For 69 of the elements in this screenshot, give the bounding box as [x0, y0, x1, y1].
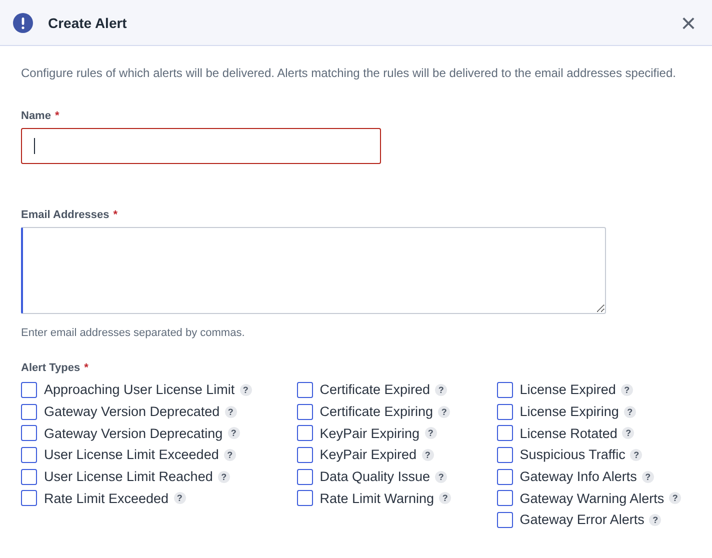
checkbox-label: License Rotated — [520, 426, 618, 441]
checkbox[interactable] — [496, 490, 513, 506]
checkbox[interactable] — [496, 512, 513, 528]
help-badge[interactable]: ? — [439, 492, 452, 504]
checkbox[interactable] — [21, 425, 37, 442]
checkbox[interactable] — [296, 468, 313, 485]
checkbox[interactable] — [496, 404, 513, 420]
help-badge[interactable]: ? — [622, 427, 634, 440]
checkbox-label: Suspicious Traffic — [520, 447, 626, 462]
checkbox-label: KeyPair Expired — [320, 447, 417, 462]
help-badge[interactable]: ? — [218, 470, 230, 483]
field-label: Name — [21, 110, 51, 122]
checkbox-label: Gateway Warning Alerts — [520, 490, 664, 506]
checkbox[interactable] — [296, 425, 313, 442]
checkbox[interactable] — [296, 490, 313, 506]
help-badge[interactable]: ? — [424, 427, 437, 440]
checkbox[interactable] — [496, 468, 513, 485]
checkbox-label: KeyPair Expiring — [320, 426, 420, 441]
checkbox[interactable] — [496, 446, 513, 463]
checkbox-label: Certificate Expiring — [320, 404, 434, 420]
name-input[interactable] — [21, 128, 381, 164]
checkbox[interactable] — [296, 446, 313, 463]
help-badge[interactable]: ? — [174, 492, 186, 504]
help-badge[interactable]: ? — [224, 448, 236, 461]
help-badge[interactable]: ? — [228, 427, 240, 440]
checkbox[interactable] — [21, 446, 37, 463]
help-badge[interactable]: ? — [435, 470, 448, 483]
checkbox-label: User License Limit Exceeded — [44, 447, 219, 462]
checkbox-label: Gateway Info Alerts — [520, 469, 637, 484]
checkbox[interactable] — [21, 382, 37, 398]
required-mark: * — [113, 209, 118, 221]
help-badge[interactable]: ? — [435, 384, 448, 396]
checkbox[interactable] — [21, 490, 37, 506]
field-label: Alert Types — [21, 362, 80, 374]
checkbox-label: Certificate Expired — [320, 382, 430, 398]
help-badge[interactable]: ? — [620, 384, 633, 396]
checkbox-label: Data Quality Issue — [320, 469, 430, 484]
help-badge[interactable]: ? — [642, 470, 654, 483]
checkbox[interactable] — [296, 382, 313, 398]
checkbox[interactable] — [496, 382, 513, 398]
checkbox[interactable] — [21, 404, 37, 420]
checkbox-label: User License Limit Reached — [44, 469, 213, 484]
checkbox-label: Gateway Version Deprecated — [44, 404, 220, 420]
help-badge[interactable]: ? — [240, 384, 252, 396]
checkbox-label: Approaching User License Limit — [44, 382, 235, 398]
checkbox-label: Rate Limit Exceeded — [44, 490, 169, 506]
help-badge[interactable]: ? — [669, 492, 682, 504]
dialog-title: Create Alert — [48, 14, 128, 30]
help-badge[interactable]: ? — [438, 406, 450, 418]
field-hint: Enter email addresses separated by commas. — [21, 327, 246, 339]
description-text: Configure rules of which alerts will be delivered. Alerts matching the rules will be delivered to the email addresses specified. — [21, 65, 677, 82]
required-mark: * — [84, 362, 88, 374]
checkbox[interactable] — [296, 404, 313, 420]
checkbox-label: Gateway Error Alerts — [520, 512, 644, 528]
help-badge[interactable]: ? — [422, 448, 434, 461]
help-badge[interactable]: ? — [224, 406, 237, 418]
close-button[interactable]: × — [680, 12, 696, 32]
help-badge[interactable]: ? — [630, 448, 642, 461]
checkbox[interactable] — [21, 468, 37, 485]
checkbox[interactable] — [496, 425, 513, 442]
checkbox-label: Rate Limit Warning — [320, 490, 434, 506]
checkbox-label: License Expiring — [520, 404, 619, 420]
help-badge[interactable]: ? — [624, 406, 636, 418]
help-badge[interactable]: ? — [649, 514, 662, 526]
required-mark: * — [54, 110, 60, 122]
checkbox-label: Gateway Version Deprecating — [44, 426, 223, 441]
alert-icon — [13, 12, 33, 32]
checkbox-label: License Expired — [520, 382, 616, 398]
field-label: Email Addresses — [21, 209, 110, 221]
